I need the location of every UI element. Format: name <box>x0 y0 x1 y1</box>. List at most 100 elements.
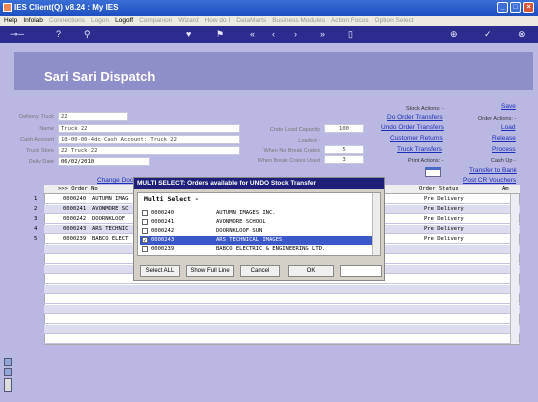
show-full-line-button[interactable]: Show Full Line <box>186 265 234 277</box>
menu-action-focus[interactable]: Action Focus <box>331 16 369 26</box>
search-icon[interactable]: ⚲ <box>84 30 91 39</box>
status-icon <box>4 358 12 366</box>
minimize-button[interactable]: _ <box>497 2 508 13</box>
multi-select-header: Multi Select - <box>144 195 199 203</box>
page-title: Sari Sari Dispatch <box>44 69 156 84</box>
deliv-date-label: Deliv Date <box>28 159 54 165</box>
cash-account-label: Cash Account <box>20 137 54 143</box>
dialog-title: MULTI SELECT: Orders available for UNDO … <box>134 178 384 189</box>
do-order-transfers-link[interactable]: Do Order Transfers <box>387 114 443 121</box>
table-row[interactable] <box>44 335 520 344</box>
cash-account-field[interactable]: 10-00-00-4dc Cash Account: Truck 22 <box>58 135 240 144</box>
menu-logoff[interactable]: Logoff <box>115 16 133 26</box>
cancel-button[interactable]: Cancel <box>240 265 280 277</box>
left-status-strip <box>4 358 13 398</box>
save-link[interactable]: Save <box>501 103 516 110</box>
menu-help[interactable]: Help <box>4 16 17 26</box>
checkbox-checked[interactable]: ✓ <box>142 237 148 244</box>
table-row[interactable] <box>44 325 520 334</box>
menu-connections[interactable]: Connections <box>49 16 85 26</box>
stock-actions-header: Stock Actions: - <box>406 106 444 112</box>
toolbar: ⊸─ ? ⚲ ♥ ⚑ « ‹ › » ▯ ⊕ ✓ ⊗ <box>0 26 538 43</box>
app-icon <box>3 3 12 12</box>
print-actions-header: Print Actions: - <box>408 158 444 164</box>
checkbox[interactable] <box>142 210 148 216</box>
back-icon[interactable]: ‹ <box>272 30 275 39</box>
multi-select-dialog: MULTI SELECT: Orders available for UNDO … <box>133 177 385 281</box>
key-icon[interactable]: ⊸─ <box>10 30 24 39</box>
list-item[interactable]: 0000239 BABCO ELECTRIC & ENGINEERING LTD… <box>140 245 378 254</box>
maximize-button[interactable]: □ <box>510 2 521 13</box>
list-scrollbar[interactable] <box>372 193 380 255</box>
menu-infolab[interactable]: Infolab <box>23 16 43 26</box>
menu-business-modules[interactable]: Business Modules <box>272 16 325 26</box>
table-row[interactable] <box>44 295 520 304</box>
cancel-icon[interactable]: ⊗ <box>518 30 526 39</box>
status-icon <box>4 378 12 392</box>
truck-store-field[interactable]: 22 Truck 22 <box>58 146 240 155</box>
no-break-crates-field[interactable]: 5 <box>324 145 364 154</box>
delivery-truck-field[interactable]: 22 <box>58 112 128 121</box>
checkbox[interactable] <box>142 219 148 225</box>
fast-forward-icon[interactable]: » <box>320 30 325 39</box>
loaded-label: Loaded - <box>298 138 320 144</box>
window-title: IES Client(Q) v8.24 : My IES <box>14 3 119 12</box>
post-cr-vouchers-link[interactable]: Post CR Vouchers <box>463 177 516 184</box>
list-item-selected[interactable]: ✓ 0000243 ARS TECHNICAL IMAGES <box>140 236 378 245</box>
close-button[interactable]: × <box>523 2 534 13</box>
release-link[interactable]: Release <box>492 135 516 142</box>
process-link[interactable]: Process <box>492 146 515 153</box>
forward-icon[interactable]: › <box>294 30 297 39</box>
table-row[interactable] <box>44 285 520 294</box>
truck-transfers-link[interactable]: Truck Transfers <box>397 146 442 153</box>
order-actions-header: Order Actions: - <box>478 116 517 122</box>
crate-capacity-field[interactable]: 100 <box>324 124 364 133</box>
break-crates-used-field[interactable]: 3 <box>324 155 364 164</box>
heart-icon[interactable]: ♥ <box>186 30 191 39</box>
deliv-date-field[interactable]: 06/02/2010 <box>58 157 150 166</box>
crate-capacity-label: Crate Load Capacity <box>269 127 320 133</box>
order-no-column-header[interactable]: >>> Order No <box>58 186 98 192</box>
list-item[interactable]: 0000241 AVONMORE SCHOOL <box>140 218 378 227</box>
customer-returns-link[interactable]: Customer Returns <box>390 135 443 142</box>
menu-how-do-i[interactable]: How do I <box>205 16 231 26</box>
amount-column-header[interactable]: Am <box>502 186 509 192</box>
table-row[interactable] <box>44 305 520 314</box>
ok-button[interactable]: OK <box>288 265 334 277</box>
help-icon[interactable]: ? <box>56 30 61 39</box>
ok-icon[interactable]: ✓ <box>484 30 492 39</box>
name-label: Name <box>39 126 54 132</box>
cash-up-header: Cash Up - <box>491 158 516 164</box>
printer-icon[interactable] <box>425 167 441 177</box>
checkbox[interactable] <box>142 228 148 234</box>
window-titlebar: IES Client(Q) v8.24 : My IES _ □ × <box>0 0 538 16</box>
flag-icon[interactable]: ⚑ <box>216 30 224 39</box>
list-item[interactable]: 0000240 AUTUMN IMAGES INC. <box>140 209 378 218</box>
load-link[interactable]: Load <box>501 124 515 131</box>
menu-option-select[interactable]: Option Select <box>375 16 414 26</box>
undo-order-transfers-link[interactable]: Undo Order Transfers <box>381 124 444 131</box>
menu-bar: Help Infolab Connections Logon Logoff Co… <box>0 16 538 26</box>
menu-logon[interactable]: Logon <box>91 16 109 26</box>
select-all-button[interactable]: Select ALL <box>140 265 180 277</box>
truck-store-label: Truck Store <box>25 148 54 154</box>
no-break-crates-label: When No Break Crates <box>263 148 320 154</box>
status-icon <box>4 368 12 376</box>
add-icon[interactable]: ⊕ <box>450 30 458 39</box>
trash-icon[interactable]: ▯ <box>348 30 353 39</box>
list-item[interactable]: 0000242 DOORNKLOOF SUN <box>140 227 378 236</box>
menu-wizard[interactable]: Wizard <box>178 16 198 26</box>
table-row[interactable] <box>44 315 520 324</box>
grid-scrollbar[interactable] <box>510 194 519 344</box>
multi-select-list: Multi Select - 0000240 AUTUMN IMAGES INC… <box>137 192 381 256</box>
change-doc-link[interactable]: Change Doc <box>97 177 133 184</box>
dialog-input[interactable] <box>340 265 382 277</box>
break-crates-used-label: When Break Crates Used <box>257 158 320 164</box>
transfer-to-bank-link[interactable]: Transfer to Bank <box>469 167 517 174</box>
rewind-icon[interactable]: « <box>250 30 255 39</box>
order-status-column-header[interactable]: Order Status <box>419 186 459 192</box>
menu-datamarts[interactable]: DataMarts <box>236 16 266 26</box>
name-field[interactable]: Truck 22 <box>58 124 240 133</box>
menu-companion[interactable]: Companion <box>139 16 172 26</box>
checkbox[interactable] <box>142 246 148 252</box>
